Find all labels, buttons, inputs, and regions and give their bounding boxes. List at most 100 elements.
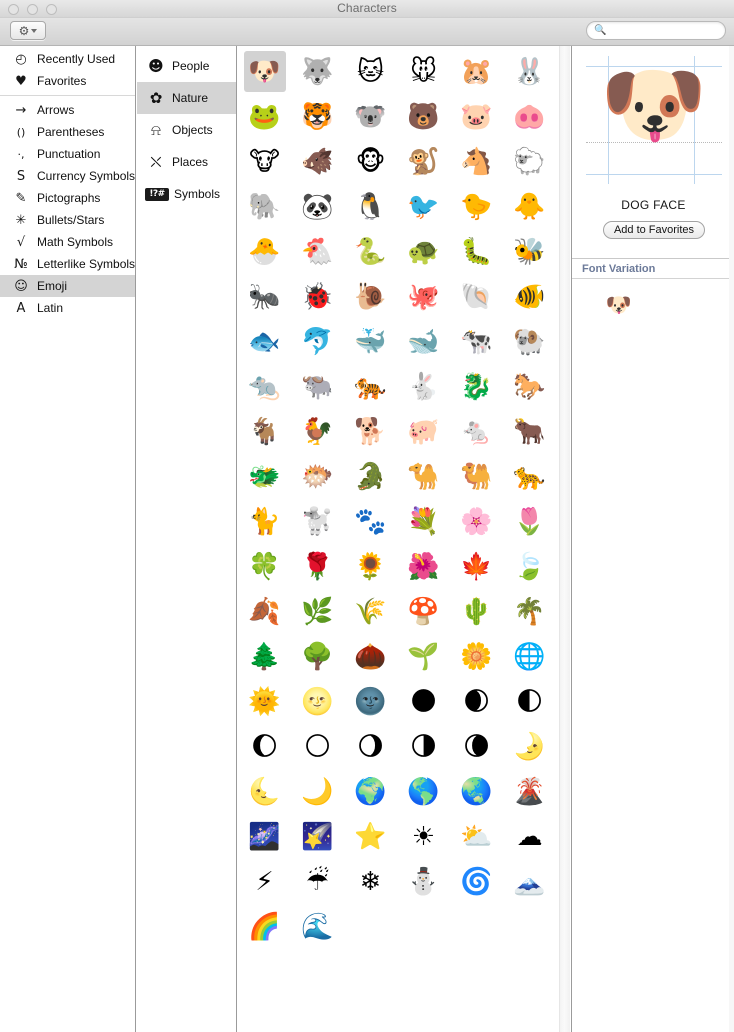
glyph-cell[interactable]: 🌊 [291,904,344,949]
glyph-cell[interactable]: 🌍 [344,769,397,814]
sidebar-item-letterlike-symbols[interactable]: № Letterlike Symbols [0,253,135,275]
glyph-cell[interactable]: 🐄 [450,319,503,364]
glyph-cell[interactable]: 🌳 [291,634,344,679]
sidebar-item-bullets-stars[interactable]: ✳ Bullets/Stars [0,209,135,231]
action-gear-button[interactable]: ⚙ [10,21,46,40]
glyph-cell[interactable]: 🌏 [450,769,503,814]
glyph-cell[interactable]: 🌴 [503,589,556,634]
glyph-cell[interactable]: 🐓 [291,409,344,454]
glyph-cell[interactable]: 🐨 [344,94,397,139]
sidebar-item-arrows[interactable]: → Arrows [0,99,135,121]
glyph-cell[interactable]: ❄ [344,859,397,904]
detail-scrollbar[interactable] [729,46,734,1032]
glyph-cell[interactable]: 🌠 [291,814,344,859]
glyph-cell[interactable]: 🐥 [503,184,556,229]
glyph-cell[interactable]: 🐡 [291,454,344,499]
glyph-cell[interactable]: 🌿 [291,589,344,634]
subcategory-item-people[interactable]: ☻ People [137,50,236,82]
glyph-cell[interactable]: 🐇 [397,364,450,409]
sidebar-item-emoji[interactable]: ☺ Emoji [0,275,135,297]
glyph-cell[interactable]: 🐯 [291,94,344,139]
glyph-cell[interactable]: 🐢 [397,229,450,274]
glyph-cell[interactable]: 🐎 [503,364,556,409]
glyph-cell[interactable]: 🐗 [291,139,344,184]
glyph-cell[interactable]: 🌷 [503,499,556,544]
glyph-cell[interactable]: 🌈 [238,904,291,949]
glyph-cell[interactable]: 🌹 [291,544,344,589]
glyph-cell[interactable]: 🐺 [291,49,344,94]
glyph-cell[interactable]: 🐌 [344,274,397,319]
glyph-cell[interactable]: ⚡ [238,859,291,904]
glyph-cell[interactable]: 🌒 [450,679,503,724]
glyph-cell[interactable]: 🌓 [503,679,556,724]
glyph-cell[interactable]: 🐉 [450,364,503,409]
glyph-cell[interactable]: 🌕 [291,724,344,769]
glyph-cell[interactable]: 🐲 [238,454,291,499]
sidebar-item-favorites[interactable]: ♥ Favorites [0,70,135,92]
glyph-cell[interactable]: ☀ [397,814,450,859]
glyph-cell[interactable]: 🐊 [344,454,397,499]
glyph-cell[interactable]: ⛄ [397,859,450,904]
glyph-cell[interactable]: 🐴 [450,139,503,184]
glyph-cell[interactable]: 🐝 [503,229,556,274]
glyph-grid-scrollbar[interactable] [559,46,570,1032]
glyph-cell[interactable]: 🌻 [344,544,397,589]
glyph-cell[interactable]: 🌼 [450,634,503,679]
sidebar-item-parentheses[interactable]: () Parentheses [0,121,135,143]
glyph-cell[interactable]: 🐦 [397,184,450,229]
search-field[interactable]: 🔍 [586,21,726,40]
glyph-cell[interactable]: 🍂 [238,589,291,634]
glyph-cell[interactable]: 🌗 [397,724,450,769]
glyph-cell[interactable]: 🐍 [344,229,397,274]
subcategory-item-nature[interactable]: ✿ Nature [137,82,236,114]
sidebar-item-recently-used[interactable]: ◴ Recently Used [0,48,135,70]
glyph-cell[interactable]: 🐭 [397,49,450,94]
glyph-cell[interactable]: 🐻 [397,94,450,139]
subcategory-item-objects[interactable]: ⍾ Objects [137,114,236,146]
glyph-cell[interactable]: 🌺 [397,544,450,589]
glyph-cell[interactable]: 🌞 [238,679,291,724]
glyph-cell[interactable]: 🌔 [238,724,291,769]
glyph-cell[interactable]: 🐘 [238,184,291,229]
glyph-cell[interactable]: 🐒 [397,139,450,184]
glyph-cell[interactable]: 🐤 [450,184,503,229]
glyph-cell[interactable]: 🐽 [503,94,556,139]
glyph-cell[interactable]: 🐮 [238,139,291,184]
glyph-cell[interactable]: ☁ [503,814,556,859]
glyph-cell[interactable]: 🐖 [397,409,450,454]
glyph-cell[interactable]: 🍁 [450,544,503,589]
glyph-cell[interactable]: 🌝 [291,679,344,724]
glyph-cell[interactable]: 🐵 [344,139,397,184]
glyph-cell[interactable]: 🌎 [397,769,450,814]
glyph-cell[interactable]: 🐐 [238,409,291,454]
glyph-cell[interactable]: 🐙 [397,274,450,319]
font-variation-cell[interactable]: 🐶 [602,290,636,320]
glyph-cell[interactable]: 💐 [397,499,450,544]
glyph-cell[interactable]: 🐫 [450,454,503,499]
glyph-cell[interactable]: 🐆 [503,454,556,499]
glyph-cell[interactable]: 🗻 [503,859,556,904]
glyph-cell[interactable]: 🌰 [344,634,397,679]
glyph-cell[interactable]: 🐞 [291,274,344,319]
glyph-cell[interactable]: 🐼 [291,184,344,229]
glyph-cell[interactable]: 🐠 [503,274,556,319]
glyph-cell[interactable]: 🌵 [450,589,503,634]
subcategory-item-symbols[interactable]: !?# Symbols [137,178,236,210]
glyph-cell[interactable]: 🐜 [238,274,291,319]
glyph-cell[interactable]: 🐋 [397,319,450,364]
glyph-cell[interactable]: 🐸 [238,94,291,139]
glyph-cell[interactable]: 🐏 [503,319,556,364]
glyph-cell[interactable]: 🐅 [344,364,397,409]
glyph-cell[interactable]: 🐃 [291,364,344,409]
glyph-cell[interactable]: 🐱 [344,49,397,94]
glyph-cell[interactable]: 🐁 [450,409,503,454]
glyph-cell[interactable]: 🌸 [450,499,503,544]
glyph-cell[interactable]: 🌀 [450,859,503,904]
glyph-cell[interactable]: 🐂 [503,409,556,454]
sidebar-item-math-symbols[interactable]: √ Math Symbols [0,231,135,253]
glyph-cell[interactable]: 🐷 [450,94,503,139]
glyph-cell[interactable]: 🐰 [503,49,556,94]
glyph-cell[interactable]: 🌘 [450,724,503,769]
glyph-cell[interactable]: 🌖 [344,724,397,769]
glyph-cell[interactable]: 🐧 [344,184,397,229]
